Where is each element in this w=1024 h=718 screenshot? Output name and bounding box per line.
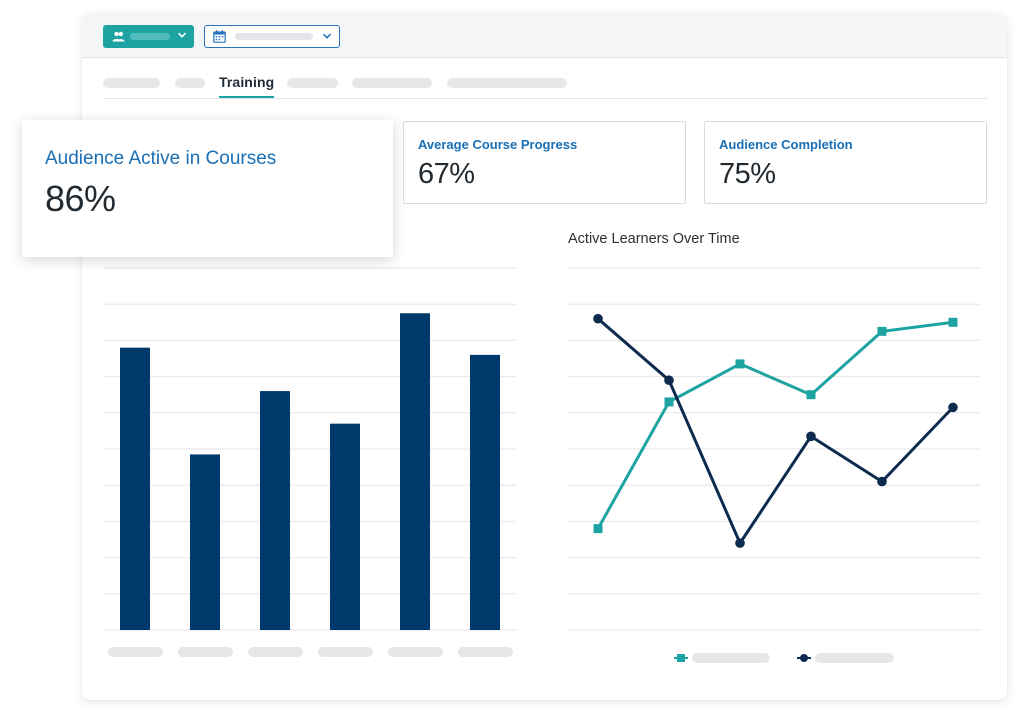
line-chart-legend [674, 653, 894, 663]
data-point [593, 524, 603, 534]
audience-active-card: Audience Active in Courses 86% [22, 120, 393, 257]
x-tick-label-placeholder [108, 647, 163, 657]
bar-chart-gridlines [103, 267, 516, 631]
data-point [593, 313, 603, 324]
data-point [877, 476, 887, 487]
metric-value: 86% [45, 178, 116, 219]
x-tick-label-placeholder [178, 647, 233, 657]
data-point [664, 375, 674, 386]
line-chart-gridlines [568, 267, 980, 631]
legend-marker [677, 654, 685, 662]
bar [400, 313, 430, 630]
legend-marker [800, 654, 808, 662]
data-point [806, 390, 816, 400]
bar [190, 454, 220, 630]
bar [260, 391, 290, 630]
data-point [877, 326, 887, 336]
bar-chart [120, 313, 500, 630]
data-point [806, 431, 816, 442]
series-line [596, 320, 954, 530]
legend-label-placeholder [815, 653, 894, 663]
legend-label-placeholder [692, 653, 770, 663]
x-tick-label-placeholder [458, 647, 513, 657]
data-point [735, 538, 745, 548]
line-chart-title: Active Learners Over Time [568, 231, 740, 247]
data-point [735, 359, 745, 369]
bar [330, 423, 360, 630]
x-tick-label-placeholder [248, 647, 303, 657]
metric-label: Audience Active in Courses [45, 148, 277, 169]
bar [470, 354, 500, 630]
bar [120, 347, 150, 630]
data-point [948, 402, 958, 413]
x-tick-label-placeholder [318, 647, 373, 657]
line-chart [593, 313, 958, 548]
charts-layer: Active Learners Over Time [103, 231, 980, 663]
data-point [664, 397, 674, 407]
x-tick-label-placeholder [388, 647, 443, 657]
page: Training Average Course Progress 67% Aud… [0, 0, 1024, 718]
bar-chart-x-labels [108, 647, 513, 657]
data-point [948, 317, 958, 327]
